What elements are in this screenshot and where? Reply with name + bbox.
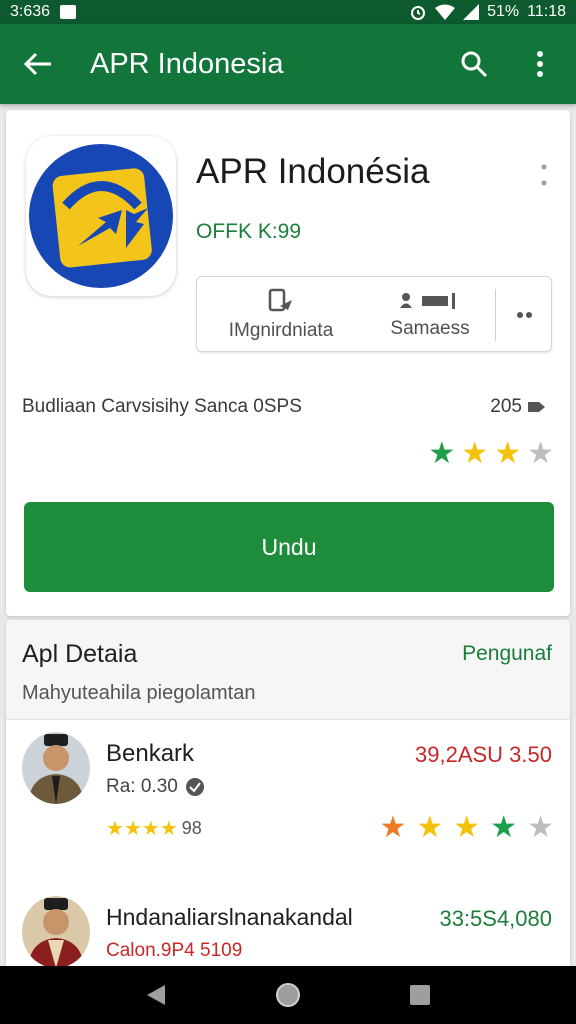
star-icon: ★ [159,816,178,840]
alarm-icon [411,6,426,20]
star-icon: ★ [490,810,518,845]
star-icon: ★ [494,436,522,471]
review-meta: Calon.9P4 5109 [106,940,242,962]
star-icon: ★ [453,810,481,845]
nav-home-button[interactable] [268,975,308,1015]
details-header: Apl Detaia Pengunaf Mahyuteahila piegola… [6,620,570,720]
avatar [22,896,90,968]
notification-icon [60,5,77,19]
star-icon: ★ [141,816,160,840]
app-bar: APR Indonesia [0,24,576,104]
wifi-icon [435,4,456,20]
app-icon [26,136,176,296]
details-link[interactable]: Pengunaf [462,642,552,666]
app-info-card: APR Indonésia OFFK K:99 IMgnirdniata Sam… [6,110,570,616]
star-icon: ★ [428,436,456,471]
review-small-count: 98 [181,818,202,838]
star-empty-icon: ★ [527,436,554,471]
signal-icon [463,4,480,20]
app-bar-title: APR Indonesia [90,47,284,80]
tag-icon [528,402,545,412]
review-big-stars: ★ ★ ★ ★ ★ [379,810,554,845]
dots-icon [517,312,532,318]
battery-percent: 51% [487,3,520,20]
review-name: Hndanaliarslnanakandal [106,904,353,930]
stats-count: 205 [490,396,546,418]
nav-recents-button[interactable] [400,975,440,1015]
status-time: 11:18 [527,3,566,20]
details-subtitle: Mahyuteahila piegolamtan [22,682,256,704]
arrow-back-icon [24,52,51,76]
review-small-stars: ★ ★ ★ ★ 98 [106,816,202,840]
overflow-menu-button[interactable] [520,44,560,84]
back-button[interactable] [16,42,60,86]
person-avatar-icon [22,896,90,968]
triangle-back-icon [147,985,165,1005]
action-more[interactable] [497,277,553,353]
star-icon: ★ [123,816,142,840]
star-icon: ★ [106,816,124,840]
person-avatar-icon [22,732,90,804]
action-phone-label: IMgnirdniata [228,320,334,341]
star-empty-icon: ★ [527,810,554,845]
review-meta: Ra: 0.30 [106,776,206,798]
avatar [22,732,90,804]
stats-text: Budliaan Carvsisihy Sanca 0SPS [22,396,302,417]
square-recents-icon [410,985,430,1005]
review-meta-text: Calon.9P4 5109 [106,940,243,961]
action-phone[interactable]: IMgnirdniata [197,277,365,353]
more-vert-icon [537,51,543,77]
action-people-label: Samaess [390,318,470,339]
star-icon: ★ [416,810,444,845]
people-icon [400,293,455,309]
nav-back-button[interactable] [136,975,176,1015]
search-button[interactable] [454,44,494,84]
install-button[interactable]: Undu [24,502,554,592]
review-price: 39,2ASU 3.50 [415,742,552,767]
app-logo-icon [29,144,173,288]
details-title: Apl Detaia [22,640,138,668]
app-name: APR Indonésia [196,152,430,191]
action-people[interactable]: Samaess [365,277,495,353]
review-price: 33:5S4,080 [439,906,552,931]
more-vert-icon [541,164,547,186]
action-divider [495,289,496,341]
circle-home-icon [276,983,300,1007]
status-left-text: 3:636 [10,3,51,20]
app-more-button[interactable] [534,160,554,190]
star-icon: ★ [461,436,489,471]
review-name: Benkark [106,740,195,767]
review-item[interactable]: Benkark 39,2ASU 3.50 Ra: 0.30 ★ ★ ★ ★ 98… [6,720,570,870]
verified-icon [185,778,204,796]
stats-count-value: 205 [490,396,522,417]
review-meta-text: Ra: 0.30 [106,776,178,797]
star-icon: ★ [379,810,407,845]
action-box: IMgnirdniata Samaess [196,276,552,352]
navigation-bar [0,966,576,1024]
details-card: Apl Detaia Pengunaf Mahyuteahila piegola… [6,620,570,980]
search-icon [461,51,488,78]
app-offer-text: OFFK K:99 [196,220,302,243]
status-bar: 3:636 51% 11:18 [0,0,576,24]
app-rating-stars: ★ ★ ★ ★ [428,436,554,471]
phone-icon [268,288,292,312]
